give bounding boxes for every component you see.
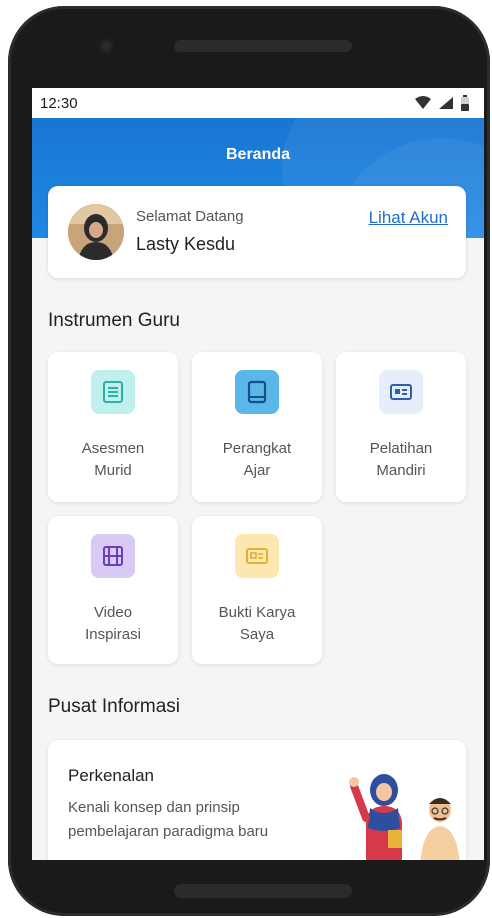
tile-label: Pelatihan Mandiri [369, 440, 433, 479]
info-section-title: Pusat Informasi [48, 696, 180, 717]
teachers-illustration [349, 774, 460, 860]
status-icons [414, 95, 470, 111]
home-bar[interactable] [174, 884, 352, 898]
film-icon [91, 534, 135, 578]
avatar-image [68, 204, 124, 260]
wifi-icon [415, 96, 431, 109]
page-title: Beranda [225, 146, 291, 163]
tile-asesmen-murid[interactable]: Asesmen Murid [48, 352, 178, 502]
speaker-grille [174, 40, 352, 52]
list-document-icon [91, 370, 135, 414]
certificate-icon [235, 534, 279, 578]
view-account-link[interactable]: Lihat Akun [369, 208, 448, 228]
book-icon [235, 370, 279, 414]
info-card-perkenalan[interactable]: Perkenalan Kenali konsep dan prinsip pem… [48, 740, 466, 860]
signal-icon [439, 97, 453, 109]
tile-video-inspirasi[interactable]: Video Inspirasi [48, 516, 178, 664]
info-card-title: Perkenalan [68, 766, 155, 785]
info-card-description: Kenali konsep dan prinsip pembelajaran p… [68, 799, 269, 840]
id-card-icon [379, 370, 423, 414]
app-screen: 12:30 Beranda Selamat Datang Lasty Kesdu… [32, 88, 484, 860]
tile-bukti-karya-saya[interactable]: Bukti Karya Saya [192, 516, 322, 664]
status-time: 12:30 [40, 94, 78, 112]
instruments-section-title: Instrumen Guru [48, 310, 180, 331]
account-card: Selamat Datang Lasty Kesdu Lihat Akun [48, 186, 466, 278]
user-name: Lasty Kesdu [136, 234, 236, 254]
battery-icon [461, 95, 469, 111]
avatar[interactable] [68, 204, 124, 260]
tile-label: Perangkat Ajar [222, 440, 292, 479]
tile-perangkat-ajar[interactable]: Perangkat Ajar [192, 352, 322, 502]
tile-label: Video Inspirasi [85, 604, 141, 643]
status-bar: 12:30 [32, 88, 484, 118]
tile-label: Bukti Karya Saya [218, 604, 296, 643]
greeting-text: Selamat Datang [136, 208, 244, 225]
camera-icon [98, 38, 114, 54]
tile-label: Asesmen Murid [81, 440, 145, 479]
tile-pelatihan-mandiri[interactable]: Pelatihan Mandiri [336, 352, 466, 502]
